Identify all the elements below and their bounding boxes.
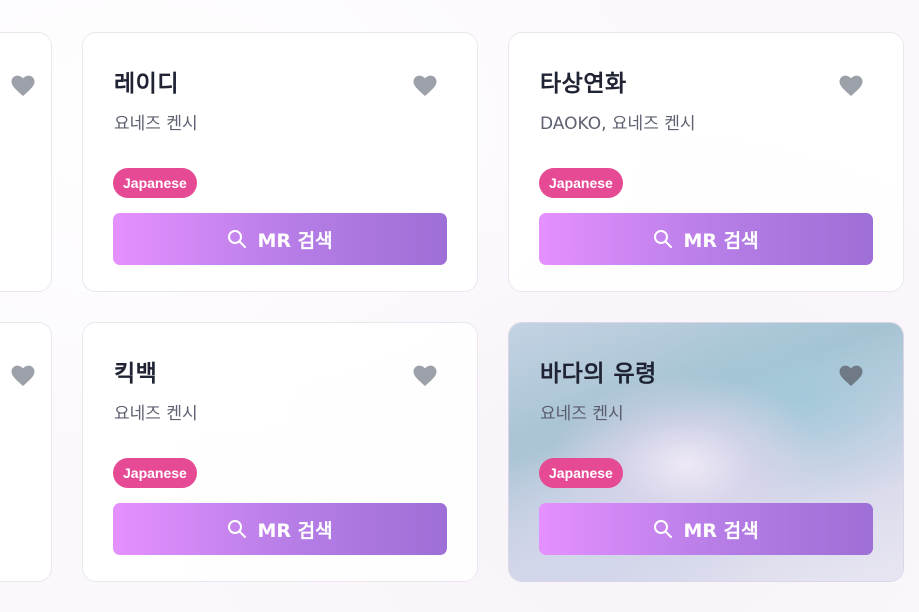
heart-icon[interactable] (839, 75, 863, 97)
mr-search-button[interactable]: MR 검색 (539, 503, 873, 555)
heart-icon[interactable] (11, 75, 35, 97)
search-icon (654, 520, 673, 538)
mr-search-button[interactable]: MR 검색 (113, 213, 447, 265)
song-title: 바다의 유령 (540, 361, 657, 387)
mr-search-button[interactable]: MR 검색 (113, 503, 447, 555)
language-badge: Japanese (539, 458, 623, 488)
mr-search-label: MR 검색 (257, 229, 333, 252)
mr-search-label: MR 검색 (683, 519, 759, 542)
song-card[interactable]: 타상연화 DAOKO, 요네즈 켄시 Japanese MR 검색 (508, 32, 904, 292)
language-badge: Japanese (539, 168, 623, 198)
language-badge: Japanese (113, 458, 197, 488)
heart-icon[interactable] (413, 75, 437, 97)
song-artist: 요네즈 켄시 (114, 404, 198, 424)
song-card[interactable]: 레이디 요네즈 켄시 Japanese MR 검색 (82, 32, 478, 292)
song-card-partial (0, 32, 52, 292)
song-title: 타상연화 (540, 71, 627, 97)
mr-search-label: MR 검색 (683, 229, 759, 252)
song-card[interactable]: 바다의 유령 요네즈 켄시 Japanese MR 검색 (508, 322, 904, 582)
heart-icon[interactable] (413, 365, 437, 387)
search-icon (228, 520, 247, 538)
language-badge: Japanese (113, 168, 197, 198)
song-artist: DAOKO, 요네즈 켄시 (540, 114, 696, 134)
song-artist: 요네즈 켄시 (114, 114, 198, 134)
search-icon (654, 230, 673, 248)
heart-icon[interactable] (839, 365, 863, 387)
song-artist: 요네즈 켄시 (540, 404, 624, 424)
song-card-partial (0, 322, 52, 582)
song-title: 레이디 (114, 71, 179, 97)
search-icon (228, 230, 247, 248)
song-title: 킥백 (114, 361, 158, 387)
song-card[interactable]: 킥백 요네즈 켄시 Japanese MR 검색 (82, 322, 478, 582)
mr-search-button[interactable]: MR 검색 (539, 213, 873, 265)
heart-icon[interactable] (11, 365, 35, 387)
mr-search-label: MR 검색 (257, 519, 333, 542)
